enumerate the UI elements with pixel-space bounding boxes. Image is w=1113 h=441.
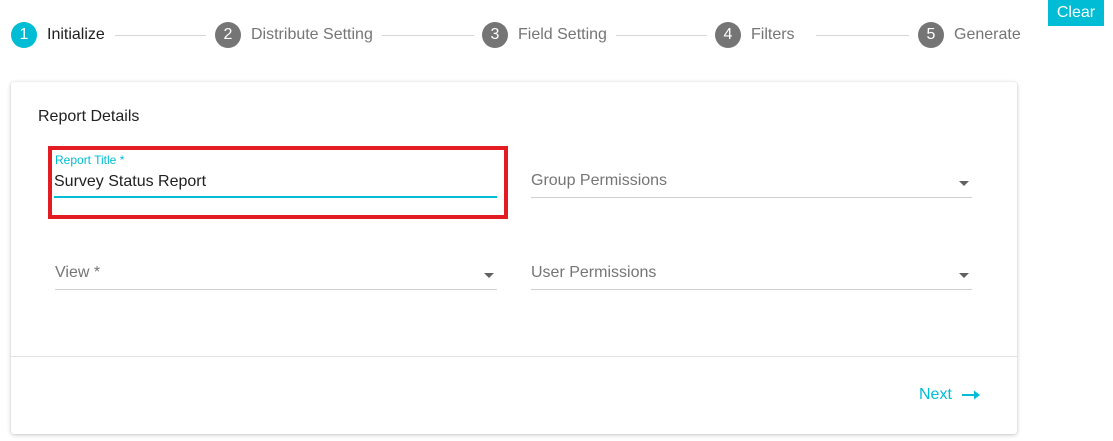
user-permissions-placeholder: User Permissions xyxy=(531,264,657,281)
step-generate[interactable]: 5 Generate xyxy=(918,21,1021,49)
step-distribute-setting[interactable]: 2 Distribute Setting xyxy=(215,21,373,49)
step-label: Filters xyxy=(751,26,795,43)
step-connector xyxy=(382,35,474,36)
step-connector xyxy=(816,35,909,36)
clear-button[interactable]: Clear xyxy=(1048,0,1104,26)
step-label: Initialize xyxy=(47,26,105,43)
field-underline xyxy=(531,197,972,198)
report-title-label: Report Title * xyxy=(55,153,125,167)
next-button[interactable]: Next xyxy=(919,382,981,408)
step-number-badge: 3 xyxy=(482,22,508,48)
report-details-card: Report Details Report Title * Group Perm… xyxy=(11,82,1017,434)
step-filters[interactable]: 4 Filters xyxy=(715,21,795,49)
group-permissions-select[interactable]: Group Permissions xyxy=(531,158,972,198)
dropdown-caret-icon xyxy=(484,273,494,278)
step-field-setting[interactable]: 3 Field Setting xyxy=(482,21,607,49)
step-label: Generate xyxy=(954,26,1021,43)
card-divider xyxy=(11,356,1017,357)
report-title-input[interactable] xyxy=(54,170,494,194)
arrow-right-icon xyxy=(961,389,981,401)
dropdown-caret-icon xyxy=(959,273,969,278)
report-title-field[interactable]: Report Title * xyxy=(54,150,497,199)
user-permissions-select[interactable]: User Permissions xyxy=(531,250,972,290)
dropdown-caret-icon xyxy=(959,181,969,186)
step-number-badge: 4 xyxy=(715,22,741,48)
step-number-badge: 2 xyxy=(215,22,241,48)
step-connector xyxy=(616,35,707,36)
field-underline xyxy=(531,289,972,290)
view-placeholder: View * xyxy=(55,264,101,281)
step-initialize[interactable]: 1 Initialize xyxy=(11,21,105,49)
field-underline xyxy=(55,289,497,290)
view-select[interactable]: View * xyxy=(55,250,497,290)
group-permissions-placeholder: Group Permissions xyxy=(531,172,668,189)
next-button-label: Next xyxy=(919,386,952,403)
step-number-badge: 1 xyxy=(11,22,37,48)
section-title: Report Details xyxy=(38,108,140,125)
focus-underline xyxy=(54,196,497,198)
step-label: Distribute Setting xyxy=(251,26,373,43)
step-number-badge: 5 xyxy=(918,22,944,48)
report-wizard: 1 Initialize 2 Distribute Setting 3 Fiel… xyxy=(0,0,1113,441)
step-label: Field Setting xyxy=(518,26,607,43)
step-connector xyxy=(115,35,206,36)
